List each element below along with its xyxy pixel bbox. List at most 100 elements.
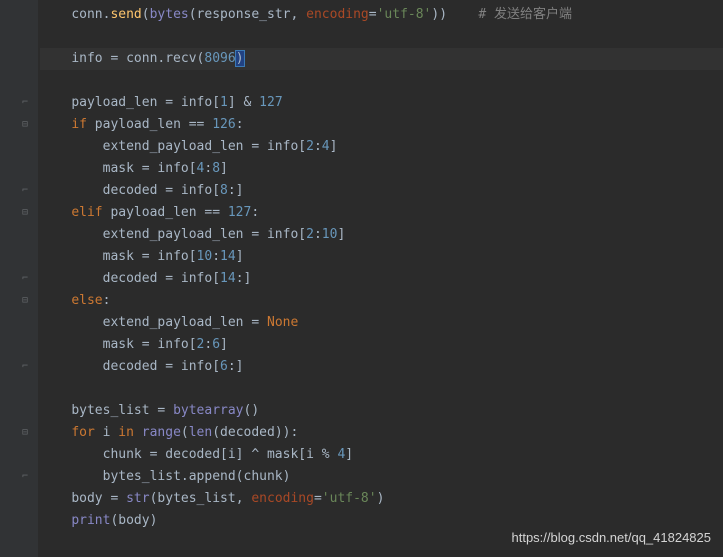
gutter-row — [0, 444, 38, 466]
token-text: ( — [142, 7, 150, 22]
token-num: 2 — [306, 227, 314, 242]
code-line[interactable] — [40, 26, 723, 48]
token-num: 10 — [322, 227, 338, 242]
token-text: conn. — [71, 7, 110, 22]
watermark: https://blog.csdn.net/qq_41824825 — [512, 527, 712, 549]
code-line[interactable]: extend_payload_len = None — [40, 312, 723, 334]
token-text: : — [212, 249, 220, 264]
gutter-row: ⌐ — [0, 92, 38, 114]
code-line[interactable]: conn.send(bytes(response_str, encoding='… — [40, 4, 723, 26]
gutter-row: ⌐ — [0, 268, 38, 290]
code-line[interactable]: if payload_len == 126: — [40, 114, 723, 136]
code-line[interactable]: else: — [40, 290, 723, 312]
token-text: body = — [71, 491, 126, 506]
code-line[interactable]: bytes_list = bytearray() — [40, 400, 723, 422]
code-line[interactable]: mask = info[4:8] — [40, 158, 723, 180]
token-text: i — [103, 425, 119, 440]
fold-collapse-icon[interactable]: ⊟ — [22, 208, 32, 218]
code-line[interactable]: bytes_list.append(chunk) — [40, 466, 723, 488]
token-text: payload_len = info[ — [71, 95, 220, 110]
token-text: (decoded)): — [212, 425, 298, 440]
token-kw: for — [71, 425, 102, 440]
token-text: decoded = info[ — [103, 271, 220, 286]
gutter-row — [0, 70, 38, 92]
token-text: : — [236, 117, 244, 132]
token-param-name: encoding — [251, 491, 314, 506]
token-num: 2 — [306, 139, 314, 154]
token-text: mask = info[ — [103, 249, 197, 264]
code-line[interactable]: chunk = decoded[i] ^ mask[i % 4] — [40, 444, 723, 466]
token-num: 8 — [220, 183, 228, 198]
code-line[interactable]: extend_payload_len = info[2:4] — [40, 136, 723, 158]
token-text: : — [251, 205, 259, 220]
token-text: decoded = info[ — [103, 183, 220, 198]
token-comment: # 发送给客户端 — [478, 7, 572, 22]
token-num: 10 — [197, 249, 213, 264]
token-num: 6 — [212, 337, 220, 352]
gutter-row: ⌐ — [0, 466, 38, 488]
gutter-row: ⊟ — [0, 290, 38, 312]
gutter-row: ⊟ — [0, 114, 38, 136]
code-area[interactable]: conn.send(bytes(response_str, encoding='… — [38, 0, 723, 557]
token-text: = — [369, 7, 377, 22]
token-text: : — [314, 227, 322, 242]
code-line[interactable] — [40, 378, 723, 400]
token-text: payload_len == — [110, 205, 227, 220]
token-text: payload_len == — [95, 117, 212, 132]
code-line[interactable]: info = conn.recv(8096) — [40, 48, 723, 70]
token-num: 8 — [212, 161, 220, 176]
token-num: 14 — [220, 249, 236, 264]
gutter-row: ⌐ — [0, 356, 38, 378]
token-builtin: str — [126, 491, 149, 506]
token-str: 'utf-8' — [377, 7, 432, 22]
token-text: ] — [220, 161, 228, 176]
gutter-row: ⊟ — [0, 202, 38, 224]
code-line[interactable]: mask = info[10:14] — [40, 246, 723, 268]
token-str: 'utf-8' — [322, 491, 377, 506]
token-builtin: print — [71, 513, 110, 528]
code-line[interactable]: decoded = info[6:] — [40, 356, 723, 378]
token-text: ] & — [228, 95, 259, 110]
token-text: extend_payload_len = — [103, 315, 267, 330]
token-builtin: len — [189, 425, 212, 440]
token-text: extend_payload_len = info[ — [103, 139, 307, 154]
token-text: : — [103, 293, 111, 308]
token-text: , — [236, 491, 252, 506]
fold-collapse-icon[interactable]: ⊟ — [22, 296, 32, 306]
token-num: 127 — [259, 95, 282, 110]
code-line[interactable]: decoded = info[8:] — [40, 180, 723, 202]
token-num: 6 — [220, 359, 228, 374]
token-text: :] — [228, 359, 244, 374]
token-num: 1 — [220, 95, 228, 110]
code-line[interactable]: elif payload_len == 127: — [40, 202, 723, 224]
gutter-row — [0, 334, 38, 356]
token-text: ( — [181, 425, 189, 440]
code-line[interactable] — [40, 70, 723, 92]
fold-collapse-icon[interactable]: ⊟ — [22, 120, 32, 130]
token-text: (body) — [110, 513, 157, 528]
token-num: 8096 — [204, 51, 235, 66]
token-text: () — [244, 403, 260, 418]
code-editor[interactable]: ⌐ ⊟ ⌐ ⊟ ⌐ ⊟ ⌐ ⊟ ⌐ conn.send(bytes(response_str, … — [0, 0, 723, 557]
token-text: = — [314, 491, 322, 506]
token-text: bytes_list.append(chunk) — [103, 469, 291, 484]
fold-end-icon: ⌐ — [22, 362, 32, 372]
code-line[interactable]: body = str(bytes_list, encoding='utf-8') — [40, 488, 723, 510]
token-builtin: bytearray — [173, 403, 243, 418]
fold-collapse-icon[interactable]: ⊟ — [22, 428, 32, 438]
token-text: (bytes_list — [150, 491, 236, 506]
code-line[interactable]: decoded = info[14:] — [40, 268, 723, 290]
token-text: ] — [345, 447, 353, 462]
code-line[interactable]: payload_len = info[1] & 127 — [40, 92, 723, 114]
token-text: ] — [337, 227, 345, 242]
gutter-row — [0, 246, 38, 268]
fold-end-icon: ⌐ — [22, 186, 32, 196]
code-line[interactable]: for i in range(len(decoded)): — [40, 422, 723, 444]
token-text: info = conn.recv( — [71, 51, 204, 66]
code-line[interactable]: extend_payload_len = info[2:10] — [40, 224, 723, 246]
token-text: ] — [330, 139, 338, 154]
code-line[interactable]: mask = info[2:6] — [40, 334, 723, 356]
gutter-row — [0, 136, 38, 158]
token-num: 14 — [220, 271, 236, 286]
fold-end-icon: ⌐ — [22, 472, 32, 482]
